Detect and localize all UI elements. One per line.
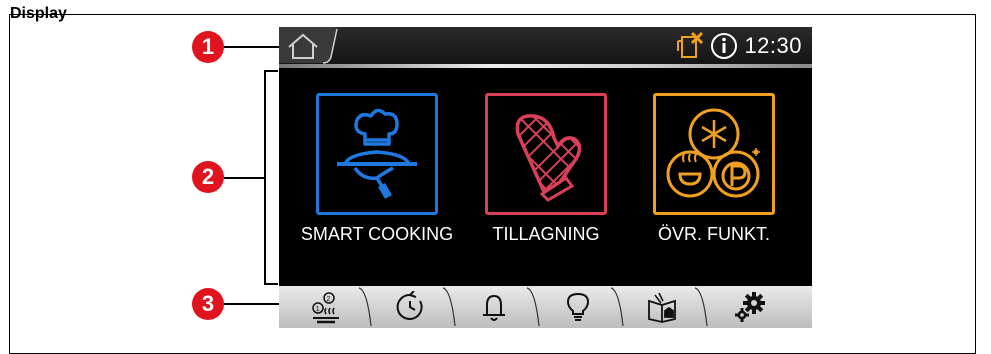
tab-alarm[interactable] (453, 286, 535, 328)
home-button[interactable] (279, 27, 343, 65)
tab-recipe-book[interactable] (621, 286, 703, 328)
status-bar-divider (279, 64, 812, 68)
leader-line-3 (224, 303, 280, 305)
tab-multi-level-cooking[interactable]: 2 1 (285, 286, 367, 328)
callout-marker-1: 1 (192, 31, 224, 63)
status-icons: 12:30 (676, 31, 802, 61)
tile-smart-cooking[interactable] (316, 93, 438, 215)
multi-level-cooking-icon: 2 1 (312, 292, 339, 324)
tile-label-smart-cooking: SMART COOKING (300, 224, 454, 244)
other-functions-icon (666, 108, 760, 198)
svg-text:2: 2 (327, 296, 331, 303)
info-icon[interactable] (710, 32, 738, 60)
callout-marker-3: 3 (192, 288, 224, 320)
chef-serving-icon (337, 108, 417, 200)
tile-label-ovr-funkt: ÖVR. FUNKT. (657, 224, 770, 244)
leader-line-1 (224, 46, 282, 48)
lightbulb-icon (566, 292, 590, 321)
recipe-book-icon (648, 292, 676, 323)
bracket-2-vertical (264, 70, 266, 285)
cleaning-alert-icon[interactable] (676, 31, 704, 61)
leader-line-2 (224, 177, 264, 179)
oven-mitt-icon (515, 114, 582, 202)
bracket-2-bottom (264, 283, 278, 285)
tile-label-tillagning: TILLAGNING (492, 224, 600, 244)
tab-settings[interactable] (709, 286, 791, 328)
device-screen: 12:30 SMART COOKING TILLAGNING ÖVR. FUNK… (279, 27, 812, 328)
svg-text:1: 1 (316, 306, 320, 313)
settings-gears-icon (735, 292, 765, 322)
tab-timer[interactable] (369, 286, 451, 328)
tile-ovr-funkt[interactable] (653, 93, 775, 215)
bottom-tab-bar: 2 1 (279, 286, 812, 328)
timer-icon (396, 291, 423, 320)
home-icon (279, 27, 338, 64)
callout-marker-2: 2 (192, 161, 224, 193)
bell-icon (483, 294, 505, 321)
tile-tillagning[interactable] (485, 93, 607, 215)
tab-tips[interactable] (537, 286, 619, 328)
cutoff-heading: Display (10, 5, 67, 22)
clock-time: 12:30 (744, 33, 802, 58)
bracket-2-top (264, 70, 278, 72)
status-bar: 12:30 (279, 27, 812, 68)
